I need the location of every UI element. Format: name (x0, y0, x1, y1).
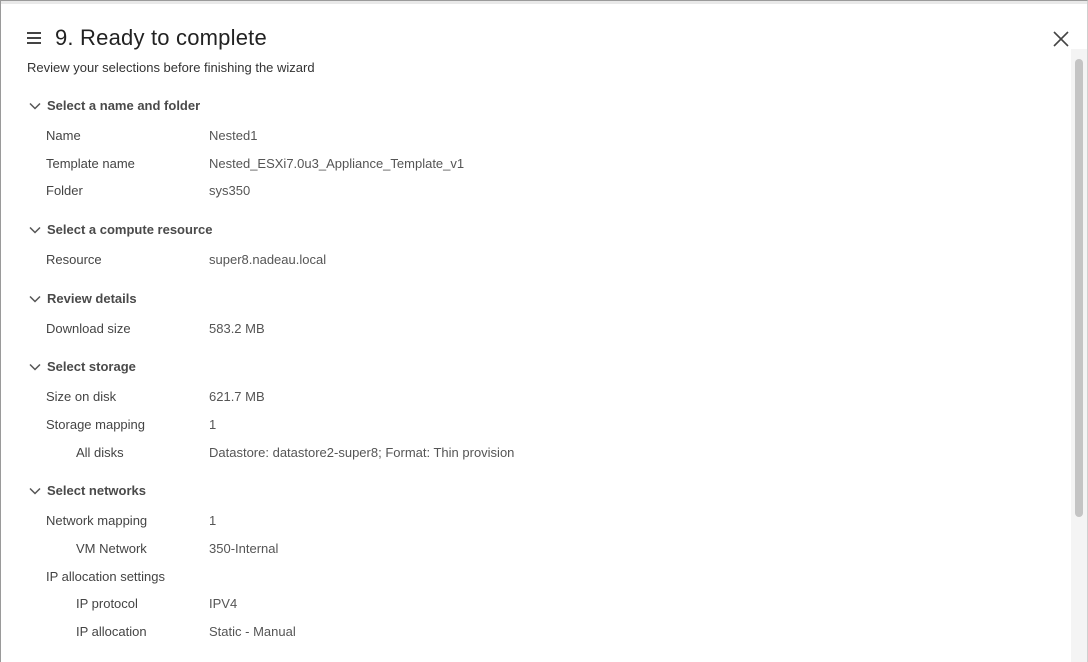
row-label-folder: Folder (46, 183, 83, 198)
row-label-ip-allocation: IP allocation (76, 624, 147, 639)
row-value-template-name: Nested_ESXi7.0u3_Appliance_Template_v1 (209, 156, 465, 171)
row-label-storage-mapping: Storage mapping (46, 417, 146, 432)
row-label-resource: Resource (46, 252, 102, 267)
chevron-down-icon (29, 363, 41, 371)
row-label-name: Name (46, 128, 81, 143)
dialog-header: 9. Ready to complete (27, 23, 267, 53)
dialog-title: 9. Ready to complete (55, 25, 267, 50)
scrollbar-thumb[interactable] (1075, 59, 1083, 517)
row-value-ip-protocol: IPV4 (209, 596, 238, 611)
row-value-resource: super8.nadeau.local (209, 252, 327, 267)
row-label-vm-network: VM Network (76, 541, 147, 556)
row-label-ip-protocol: IP protocol (76, 596, 138, 611)
row-value-name: Nested1 (209, 128, 258, 143)
row-value-ip-allocation: Static - Manual (209, 624, 296, 639)
row-label-download-size: Download size (46, 321, 131, 336)
section-heading: Review details (47, 291, 137, 306)
row-value-all-disks: Datastore: datastore2-super8; Format: Th… (209, 445, 515, 460)
row-value-storage-mapping: 1 (209, 417, 217, 432)
row-label-template-name: Template name (46, 156, 135, 171)
section-select-networks-toggle[interactable]: Select networks (28, 483, 146, 498)
section-review-details-toggle[interactable]: Review details (28, 291, 137, 306)
row-label-size-on-disk: Size on disk (46, 389, 117, 404)
chevron-down-icon (29, 226, 41, 234)
chevron-down-icon (29, 487, 41, 495)
section-heading: Select a compute resource (47, 222, 213, 237)
wizard-dialog: 9. Ready to complete Review your selecti… (0, 0, 1088, 662)
section-heading: Select a name and folder (47, 98, 201, 113)
section-select-storage-toggle[interactable]: Select storage (28, 359, 136, 374)
close-icon (1053, 31, 1069, 47)
row-label-ip-allocation-settings: IP allocation settings (46, 569, 165, 584)
chevron-down-icon (29, 102, 41, 110)
row-label-network-mapping: Network mapping (46, 513, 148, 528)
close-button[interactable] (1051, 29, 1071, 49)
background-window-edge (1, 1, 1087, 4)
section-compute-resource-toggle[interactable]: Select a compute resource (28, 222, 212, 237)
chevron-down-icon (29, 295, 41, 303)
row-value-vm-network: 350-Internal (209, 541, 279, 556)
vertical-scrollbar[interactable] (1071, 49, 1087, 662)
row-value-download-size: 583.2 MB (209, 321, 265, 336)
hamburger-icon[interactable] (27, 32, 41, 44)
row-value-size-on-disk: 621.7 MB (209, 389, 265, 404)
section-heading: Select networks (47, 483, 146, 498)
section-heading: Select storage (47, 359, 136, 374)
section-name-and-folder-toggle[interactable]: Select a name and folder (28, 98, 200, 113)
dialog-subtitle: Review your selections before finishing … (27, 60, 315, 75)
row-label-all-disks: All disks (76, 445, 124, 460)
row-value-folder: sys350 (209, 183, 251, 198)
row-value-network-mapping: 1 (209, 513, 217, 528)
